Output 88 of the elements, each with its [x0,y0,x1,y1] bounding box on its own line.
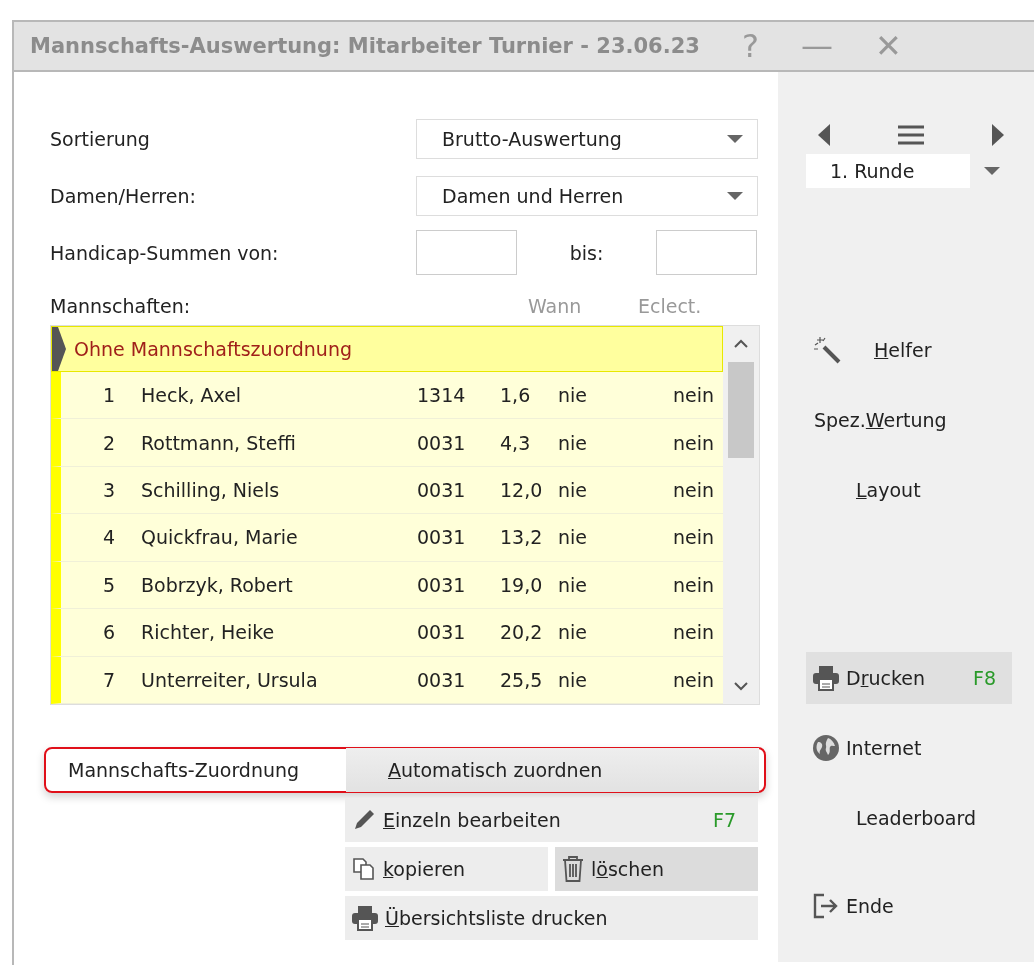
exit-icon [812,892,840,920]
table-cell-text: 0031 [417,621,467,644]
table-cell-text: 4,3 [500,431,532,454]
table-cell-text: 0031 [417,668,467,691]
table-cell-text: 0031 [417,431,467,454]
table-cell-text: 1 [101,384,116,407]
table-cell-text: 1314 [417,384,467,407]
table-cell-text: 0031 [417,573,467,596]
menu-icon[interactable] [898,125,924,145]
sidebar-button[interactable]: Ende [806,880,1012,932]
sidebar-button[interactable]: Helfer [806,324,1012,376]
table-cell-text: 12,0 [500,479,544,502]
expand-arrow-icon [52,327,66,371]
table-cell-text: 7 [101,668,116,691]
table-cell-text: Heck, Axel [141,384,243,407]
group-title: Ohne Mannschaftszuordnung [74,338,352,360]
scrollbar-thumb[interactable] [728,362,754,458]
action-button[interactable]: Übersichtsliste drucken [345,896,758,940]
group-row[interactable]: Ohne Mannschaftszuordnung [51,326,723,372]
field-label: bis: [568,241,605,264]
dropdown[interactable]: Damen und Herren [416,175,758,216]
table-cell-text: 0031 [417,479,467,502]
scrollbar[interactable] [723,326,759,704]
table-cell-text: Bobrzyk, Robert [141,573,294,596]
input-field[interactable] [656,230,757,275]
sidebar-button[interactable]: Layout [806,464,1012,516]
table-cell-text: nie [558,479,588,502]
action-button[interactable]: Automatisch zuordnen [346,748,759,792]
table-cell-text: nie [558,431,588,454]
table-cell-text: nie [558,668,588,691]
magic-wand-icon [812,335,842,365]
shortcut-label: F8 [972,667,997,689]
table-cell-text: 19,0 [500,573,544,596]
table-cell-text: nie [558,526,588,549]
printer-icon [351,905,379,931]
table-cell-text: 25,5 [500,668,544,691]
table-cell-text: 6 [101,621,116,644]
sidebar-button[interactable]: Leaderboard [806,792,1012,844]
column-header: Eclect. [638,295,703,317]
action-button[interactable]: kopieren [345,847,548,891]
action-button[interactable]: löschen [555,847,758,891]
table-cell-text: nein [671,431,714,454]
table-cell-text: nein [671,668,714,691]
section-label: Mannschafts-Zuordnung [67,759,301,781]
table-cell-text: nie [558,621,588,644]
table-cell-text: 20,2 [500,621,544,644]
table-cell-text: 13,2 [500,526,544,549]
table-cell-text: 4 [101,526,116,549]
table-cell-text: Unterreiter, Ursula [141,668,319,691]
field-label: Sortierung [50,127,151,150]
table-cell-text: 1,6 [500,384,532,407]
table-cell-text: Schilling, Niels [141,479,281,502]
shortcut-label: F7 [712,809,737,831]
window-title: Mannschafts-Auswertung: Mitarbeiter Turnier - 23.06.23 [30,34,700,58]
caret-icon[interactable] [984,166,1000,176]
table-cell-text: nein [671,621,714,644]
dropdown[interactable]: Brutto-Auswertung [416,118,758,159]
field-label: Handicap-Summen von: [50,241,280,264]
table-cell-text: 3 [101,479,116,502]
table-cell-text: nein [671,479,714,502]
next-icon[interactable] [992,124,1004,146]
table-cell-text: 2 [101,431,116,454]
trash-icon [561,855,585,883]
table-cell-text: nein [671,573,714,596]
section-label: Mannschaften: [50,295,192,317]
table-cell-text: nein [671,384,714,407]
caret-icon [727,133,743,144]
field-label: Damen/Herren: [50,184,197,207]
table-cell-text: Richter, Heike [141,621,276,644]
table-cell-text: 5 [101,573,116,596]
sidebar-button[interactable]: Spez.Wertung [806,394,1012,446]
sidebar-button[interactable]: Drucken F8 [806,652,1012,704]
table-cell-text: nie [558,573,588,596]
table-cell-text: Quickfrau, Marie [141,526,299,549]
round-dropdown[interactable]: 1. Runde [806,154,970,188]
column-header: Wann [528,295,583,317]
caret-icon [727,190,743,201]
globe-icon [812,734,840,762]
input-field[interactable] [416,230,517,275]
table-cell-text: nein [671,526,714,549]
table-cell-text: nie [558,384,588,407]
previous-icon[interactable] [818,124,830,146]
table-cell-text: Rottmann, Steffi [141,431,297,454]
action-button[interactable]: Einzeln bearbeiten F7 [345,798,758,842]
sidebar-button[interactable]: Internet [806,722,1012,774]
table-cell-text: 0031 [417,526,467,549]
printer-icon [812,665,840,691]
copy-icon [351,856,377,882]
